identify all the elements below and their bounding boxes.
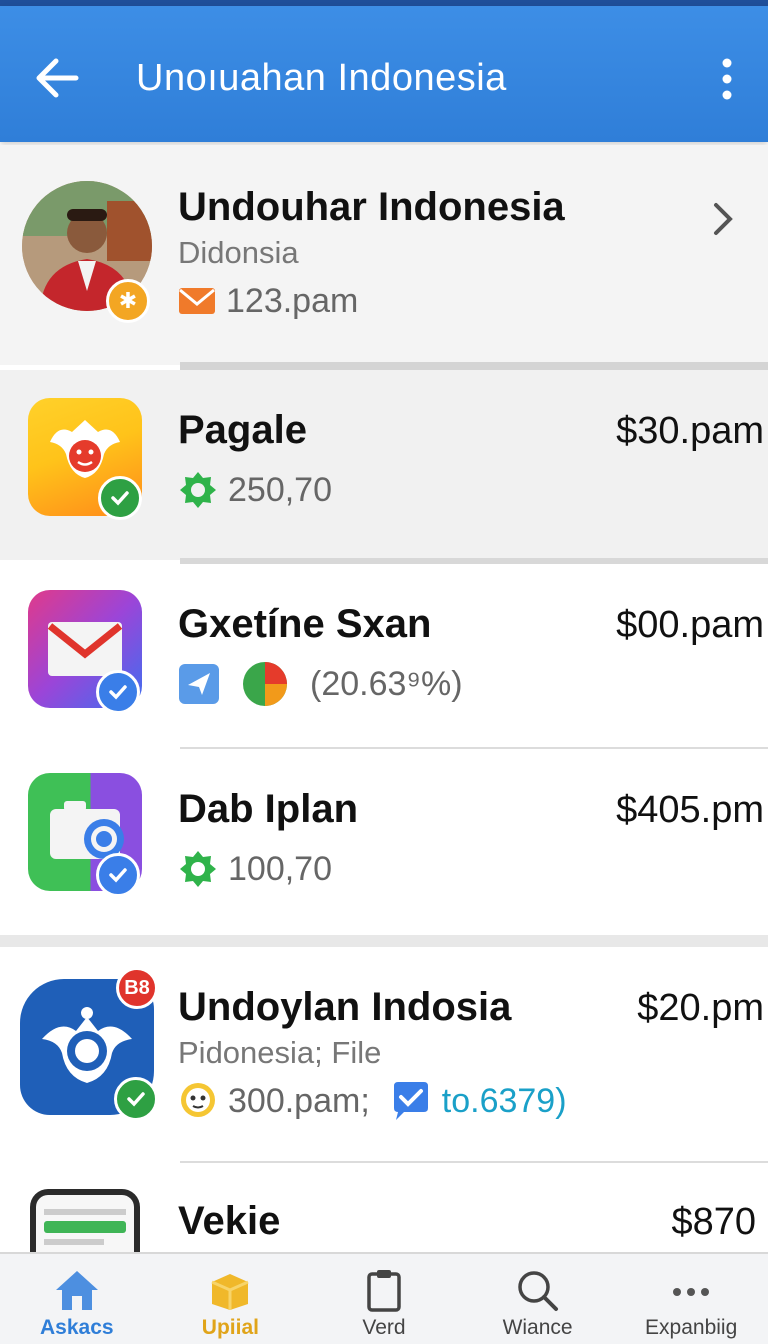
item-name: Dab Iplan (178, 787, 359, 831)
chevron-right-icon (714, 203, 733, 235)
item-price: $870 (671, 1201, 756, 1243)
item-meta: 100,70 (178, 847, 332, 891)
more-horizontal-icon (673, 1288, 710, 1296)
check-badge-icon (96, 670, 140, 714)
item-meta-text: 250,70 (228, 470, 332, 509)
item-price: $30.pam (616, 410, 764, 452)
verified-badge: ✱ (106, 279, 150, 323)
item-name: Vekie (178, 1199, 281, 1243)
gear-icon (180, 472, 216, 508)
divider (180, 362, 768, 370)
nav-label: Wiance (502, 1316, 573, 1339)
more-vertical-icon (722, 58, 732, 100)
item-meta: (20.63⁹%) (178, 662, 463, 706)
list-item[interactable]: Gxetíne Sxan $00.pam (20.63⁹%) (0, 564, 768, 748)
item-meta-text: 300.pam; (228, 1081, 370, 1120)
list-item[interactable]: ✱ Undouhar Indonesia Didonsia 123.pam (0, 145, 768, 365)
list-item[interactable]: Pagale $30.pam 250,70 (0, 370, 768, 560)
verified-chat-icon (393, 1082, 428, 1120)
section-divider (0, 935, 768, 947)
item-subtitle: Pidonesia; File (178, 1035, 382, 1070)
item-meta-text: 123.pam (226, 281, 359, 320)
home-icon (55, 1271, 98, 1310)
item-name: Gxetíne Sxan (178, 602, 432, 646)
item-meta-text: 100,70 (228, 849, 332, 888)
item-name: Pagale (178, 408, 307, 452)
item-price: $405.pm (616, 789, 764, 831)
item-meta: 123.pam (178, 279, 358, 323)
send-icon (179, 664, 219, 704)
nav-label: Askacs (40, 1316, 114, 1339)
overflow-menu-button[interactable] (712, 54, 742, 104)
page-title: Unoıuahan Indonesia (136, 57, 507, 99)
nav-label: Verd (362, 1316, 406, 1339)
item-meta-secondary: to.6379) (441, 1081, 567, 1120)
notification-badge: B8 (116, 967, 158, 1009)
nav-label: Upiial (201, 1316, 259, 1339)
item-subtitle: Didonsia (178, 235, 299, 270)
item-price: $20.pm (637, 987, 764, 1029)
item-name: Undoylan Indosia (178, 985, 512, 1029)
arrow-left-icon (36, 58, 79, 98)
gear-icon (180, 851, 216, 887)
check-badge-icon (96, 853, 140, 897)
item-name: Undouhar Indonesia (178, 185, 565, 229)
chat-bubble-icon (181, 1083, 215, 1117)
clipboard-icon (367, 1270, 401, 1312)
list-item[interactable]: Vekie $870 (0, 1163, 768, 1253)
item-meta-text: (20.63⁹%) (310, 664, 463, 703)
box-icon (211, 1274, 249, 1310)
back-button[interactable] (30, 50, 86, 106)
nav-label: Expanbiig (645, 1316, 738, 1339)
nav-item-expanbiig[interactable]: Expanbiig (614, 1254, 768, 1344)
envelope-icon (179, 288, 215, 314)
nav-item-askacs[interactable]: Askacs (0, 1254, 154, 1344)
check-badge-icon (98, 476, 142, 520)
search-icon (517, 1271, 558, 1311)
item-meta: 300.pam; to.6379) (178, 1079, 567, 1123)
app-icon (30, 1189, 140, 1253)
nav-item-verd[interactable]: Verd (307, 1254, 461, 1344)
nav-item-wiance[interactable]: Wiance (461, 1254, 615, 1344)
pie-chart-icon (243, 662, 287, 706)
list-item[interactable]: B8 Undoylan Indosia $20.pm Pidonesia; Fi… (0, 947, 768, 1162)
bottom-navigation: Askacs Upiial Verd Wiance Expanbiig (0, 1252, 768, 1344)
item-price: $00.pam (616, 604, 764, 646)
app-bar: Unoıuahan Indonesia (0, 6, 768, 142)
list-item[interactable]: Dab Iplan $405.pm 100,70 (0, 749, 768, 935)
item-meta: 250,70 (178, 468, 332, 512)
check-badge-icon (114, 1077, 158, 1121)
nav-item-upiial[interactable]: Upiial (154, 1254, 308, 1344)
